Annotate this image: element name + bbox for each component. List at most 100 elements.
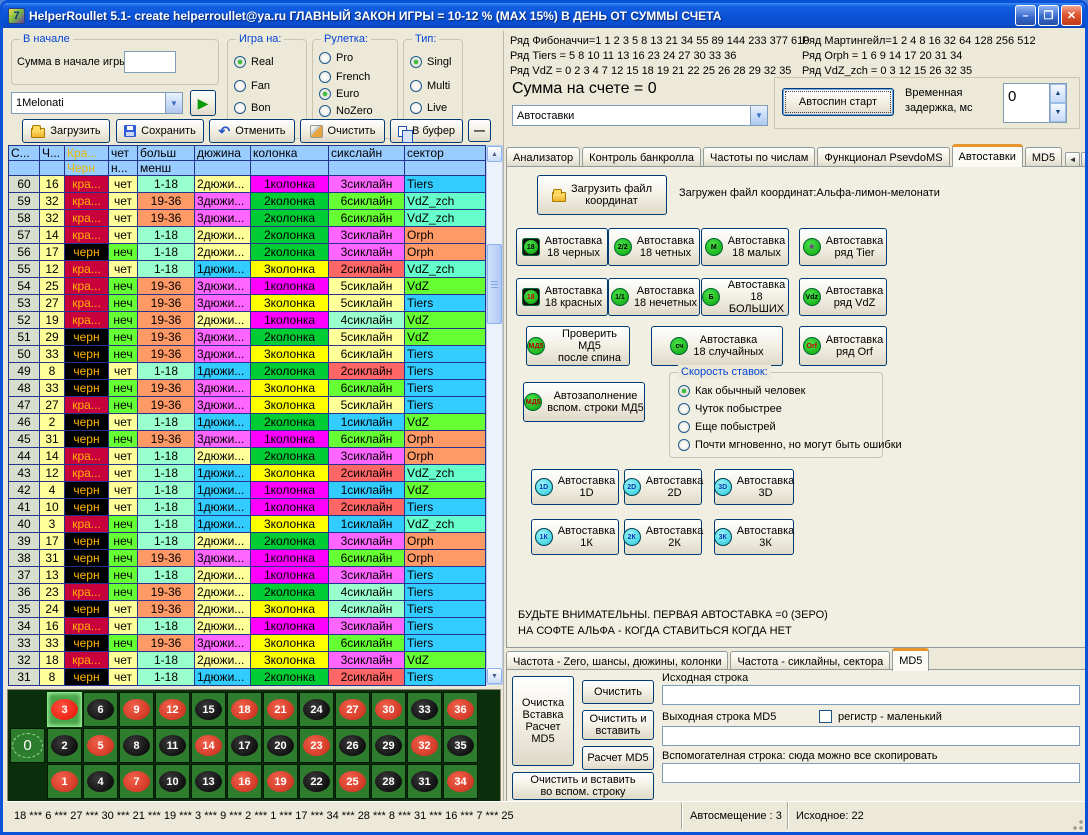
board-cell[interactable]: 35 [443,728,478,763]
table-row[interactable]: 5033черннеч19-363дюжи...3колонка6сиклайн… [9,346,486,363]
board-cell[interactable]: 15 [191,692,226,727]
maximize-button[interactable]: ❐ [1038,5,1059,26]
column-header[interactable]: сектор [405,146,486,161]
autostake-18-random-button[interactable]: счАвтоставка18 случайных [651,326,783,366]
speed-option[interactable]: Еще побыстрей [678,421,776,433]
radio-option[interactable]: Live [410,102,447,114]
toolbar-undo-arrow-button[interactable]: ↶Отменить [209,119,295,143]
board-cell[interactable]: 18 [227,692,262,727]
tab-main-2[interactable]: Контроль банкролла [582,147,701,167]
board-cell[interactable]: 1 [47,764,82,799]
board-cell[interactable]: 14 [191,728,226,763]
tab-main-6[interactable]: MD5 [1025,147,1062,167]
md5-clear-paste-button[interactable]: Очистить и вставить [582,710,654,740]
autostake-2k-button[interactable]: 2КАвтоставка2К [624,519,702,555]
autostake-2d-button[interactable]: 2DАвтоставка2D [624,469,702,505]
chevron-down-icon[interactable]: ▼ [165,93,182,113]
board-cell[interactable]: 8 [119,728,154,763]
board-cell[interactable]: 24 [299,692,334,727]
spins-table[interactable]: С...Ч...Кра...четбольшдюжинаколонкасиксл… [8,145,486,686]
scroll-up-icon[interactable]: ▲ [487,146,502,162]
column-header[interactable] [195,161,251,176]
board-cell[interactable]: 12 [155,692,190,727]
board-cell[interactable]: 7 [119,764,154,799]
tab-bottom-3[interactable]: MD5 [892,648,929,671]
load-coords-file-button[interactable]: Загрузить файл координат [537,175,667,215]
board-cell[interactable]: 33 [407,692,442,727]
column-header[interactable]: Черн [65,161,109,176]
autostake-1d-button[interactable]: 1DАвтоставка1D [531,469,619,505]
table-row[interactable]: 6016кра...чет1-182дюжи...1колонка3сиклай… [9,176,486,193]
autospin-start-button[interactable]: Автоспин старт [782,88,894,116]
tab-bottom-1[interactable]: Частота - Zero, шансы, дюжины, колонки [506,651,728,671]
radio-option[interactable]: Fan [234,80,270,92]
column-header[interactable] [9,161,40,176]
collapse-button[interactable]: — [468,119,491,142]
table-row[interactable]: 3713черннеч1-182дюжи...1колонка3сиклайнT… [9,567,486,584]
md5-calc-button[interactable]: Расчет MD5 [582,746,654,770]
table-row[interactable]: 4110чернчет1-181дюжи...1колонка2сиклайнT… [9,499,486,516]
autostake-3k-button[interactable]: 3КАвтоставка3К [714,519,794,555]
table-row[interactable]: 318чернчет1-181дюжи...2колонка2сиклайнTi… [9,669,486,686]
table-row[interactable]: 3831черннеч19-363дюжи...1колонка6сиклайн… [9,550,486,567]
tab-scroll-left-icon[interactable]: ◄ [1065,152,1080,167]
scrollbar-thumb[interactable] [487,244,502,324]
title-bar[interactable]: 7 HelperRoullet 5.1- create helperroulle… [3,3,1085,28]
resize-grip[interactable] [1070,817,1084,831]
board-cell[interactable]: 10 [155,764,190,799]
board-cell[interactable]: 19 [263,764,298,799]
check-md5-after-spin-button[interactable]: МД5Проверить МД5после спина [526,326,630,366]
speed-option[interactable]: Почти мгновенно, но могут быть ошибки [678,439,902,451]
table-row[interactable]: 498чернчет1-181дюжи...2колонка2сиклайнTi… [9,363,486,380]
column-header[interactable]: н... [109,161,138,176]
board-cell[interactable]: 32 [407,728,442,763]
autostake-row-orf-button[interactable]: OrfАвтоставкаряд Orf [799,326,887,366]
delay-value[interactable]: 0 [1004,84,1049,122]
column-header[interactable]: Кра... [65,146,109,161]
board-cell[interactable]: 36 [443,692,478,727]
autostake-18-even-button[interactable]: 2/2Автоставка18 четных [608,228,700,266]
radio-option[interactable]: French [319,71,370,83]
tab-scroll-right-icon[interactable]: ► [1081,152,1088,167]
table-row[interactable]: 3218кра...чет1-182дюжи...3колонка3сиклай… [9,652,486,669]
table-row[interactable]: 403кра...неч1-181дюжи...3колонка1сиклайн… [9,516,486,533]
board-cell[interactable]: 28 [371,764,406,799]
table-row[interactable]: 5327кра...неч19-363дюжи...3колонка5сикла… [9,295,486,312]
column-header[interactable] [329,161,405,176]
column-header[interactable]: менш [138,161,195,176]
board-cell[interactable]: 5 [83,728,118,763]
minimize-button[interactable]: – [1015,5,1036,26]
autostake-18-low-button[interactable]: МАвтоставка18 малых [701,228,789,266]
table-row[interactable]: 5617черннеч1-182дюжи...2колонка3сиклайнO… [9,244,486,261]
register-checkbox[interactable] [819,710,832,723]
table-row[interactable]: 5425кра...неч19-363дюжи...1колонка5сикла… [9,278,486,295]
radio-option[interactable]: Bon [234,102,271,114]
board-cell[interactable]: 30 [371,692,406,727]
radio-option[interactable]: Real [234,56,274,68]
table-row[interactable]: 424чернчет1-181дюжи...1колонка1сиклайнVd… [9,482,486,499]
column-header[interactable] [251,161,329,176]
tab-main-5[interactable]: Автоставки [952,144,1023,167]
autostake-3d-button[interactable]: 3DАвтоставка3D [714,469,794,505]
spinner-down-icon[interactable]: ▼ [1050,103,1066,122]
tab-main-3[interactable]: Частоты по числам [703,147,815,167]
autostake-1k-button[interactable]: 1КАвтоставка1К [531,519,619,555]
board-cell[interactable]: 27 [335,692,370,727]
toolbar-clean-brush-button[interactable]: Очистить [300,119,385,143]
column-header[interactable]: чет [109,146,138,161]
column-header[interactable] [405,161,486,176]
board-cell[interactable]: 2 [47,728,82,763]
table-row[interactable]: 5832кра...чет19-363дюжи...2колонка6сикла… [9,210,486,227]
board-cell[interactable]: 25 [335,764,370,799]
column-header[interactable]: дюжина [195,146,251,161]
delay-spinner[interactable]: 0 ▲ ▼ [1003,83,1067,123]
profile-combobox[interactable]: 1Melonati ▼ [11,92,183,114]
column-header[interactable]: сикслайн [329,146,405,161]
table-row[interactable]: 5714кра...чет1-182дюжи...2колонка3сиклай… [9,227,486,244]
spinner-up-icon[interactable]: ▲ [1050,84,1066,103]
autostake-18-odd-button[interactable]: 1/1Автоставка18 нечетных [608,278,700,316]
toolbar-save-floppy-button[interactable]: Сохранить [116,119,204,143]
speed-option[interactable]: Чуток побыстрее [678,403,782,415]
autostake-18-black-button[interactable]: 18Автоставка18 черных [516,228,608,266]
toolbar-copy-clipboard-button[interactable]: В буфер [390,119,463,143]
